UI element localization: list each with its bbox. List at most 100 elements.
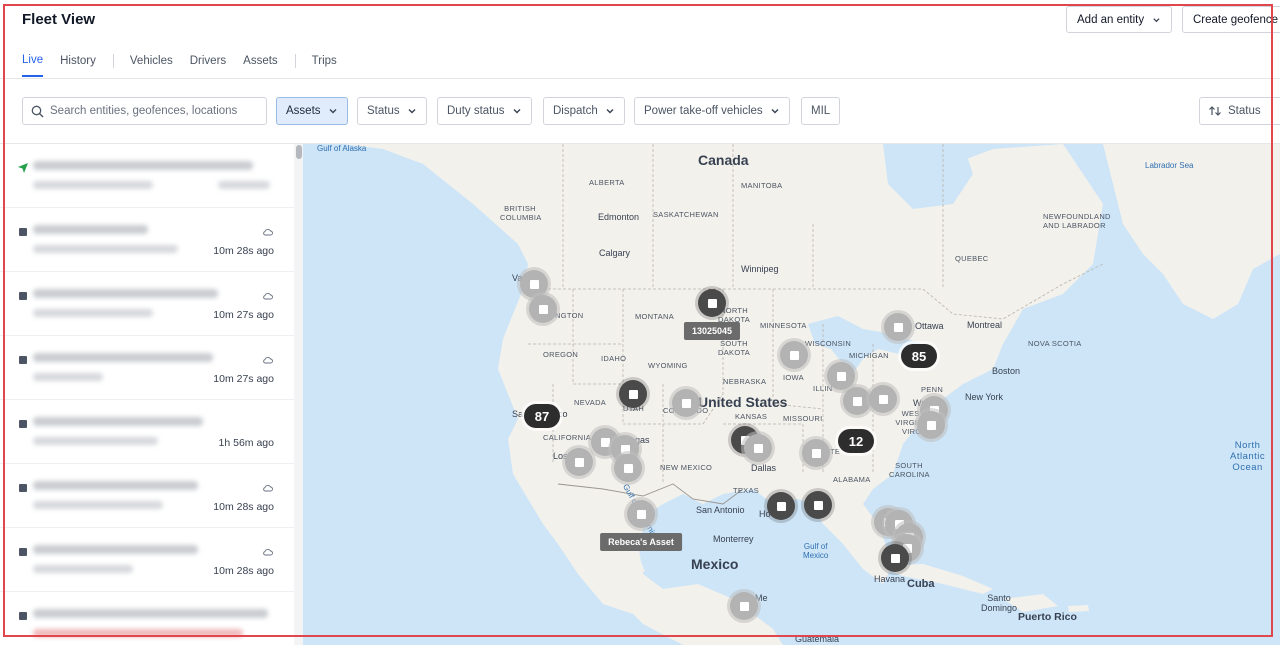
create-geofence-label: Create geofence <box>1193 13 1279 26</box>
asset-square-icon <box>926 420 936 430</box>
search-box[interactable] <box>22 97 267 125</box>
tab-vehicles[interactable]: Vehicles <box>130 55 173 76</box>
city-label-edmonton: Edmonton <box>598 212 640 222</box>
cloud-icon <box>263 485 273 492</box>
country-label-guatemala: Guatemala <box>795 634 840 644</box>
sort-status-button[interactable]: Status <box>1199 97 1280 125</box>
vehicle-pin[interactable] <box>698 289 726 317</box>
filter-status[interactable]: Status <box>357 97 427 125</box>
list-item[interactable]: 10m 28s ago <box>0 464 294 528</box>
tab-assets[interactable]: Assets <box>243 55 278 76</box>
asset-pin[interactable] <box>672 389 700 417</box>
asset-pin[interactable] <box>802 439 830 467</box>
asset-pin[interactable] <box>869 385 897 413</box>
redacted-detail <box>33 501 163 509</box>
asset-pin[interactable] <box>827 362 855 390</box>
asset-pin[interactable] <box>529 295 557 323</box>
asset-square-icon <box>681 398 691 408</box>
city-label-dallas: Dallas <box>751 463 777 473</box>
city-label-montreal: Montreal <box>967 320 1003 330</box>
water-label-labrador-sea: Labrador Sea <box>1145 161 1194 170</box>
tab-live[interactable]: Live <box>22 54 44 77</box>
asset-pin[interactable] <box>843 387 871 415</box>
tab-drivers[interactable]: Drivers <box>190 55 226 76</box>
asset-pin[interactable] <box>627 500 655 528</box>
last-seen-time: 10m 28s ago <box>213 501 274 513</box>
vehicle-square-icon <box>776 501 786 511</box>
country-label-puerto-rico: Puerto Rico <box>1018 611 1077 623</box>
filter-assets[interactable]: Assets <box>276 97 348 125</box>
water-label-gulf-mexico: Gulf of Mexico <box>803 542 829 560</box>
asset-pin[interactable] <box>565 448 593 476</box>
asset-pin[interactable] <box>780 341 808 369</box>
list-item[interactable]: 10m 27s ago <box>0 272 294 336</box>
region-label-manitoba: MANITOBA <box>741 181 783 190</box>
list-item[interactable] <box>0 592 294 645</box>
filter-power-take-off[interactable]: Power take-off vehicles <box>634 97 790 125</box>
asset-pin[interactable] <box>520 270 548 298</box>
water-label-north-atlantic: North Atlantic Ocean <box>1230 440 1266 473</box>
cluster-badge[interactable]: 85 <box>901 344 937 368</box>
filter-label: Dispatch <box>553 105 598 117</box>
list-scroll-thumb[interactable] <box>296 145 302 159</box>
vehicle-pin[interactable] <box>804 491 832 519</box>
region-label-nevada: NEVADA <box>574 398 607 407</box>
cloud-icon <box>263 357 273 364</box>
region-label-nova-scotia: NOVA SCOTIA <box>1028 339 1082 348</box>
region-label-penn: PENN <box>921 385 944 394</box>
cluster-badge[interactable]: 87 <box>524 404 560 428</box>
vehicle-square-icon <box>890 553 900 563</box>
vehicle-pin[interactable] <box>881 544 909 572</box>
vehicle-pin[interactable] <box>619 380 647 408</box>
redacted-detail <box>33 181 153 189</box>
asset-square-icon <box>19 228 27 236</box>
asset-pin[interactable] <box>730 592 758 620</box>
asset-square-icon <box>19 484 27 492</box>
tab-history[interactable]: History <box>60 55 96 76</box>
redacted-detail <box>33 245 178 253</box>
tab-trips[interactable]: Trips <box>312 55 337 76</box>
list-item[interactable]: 10m 27s ago <box>0 336 294 400</box>
list-item[interactable] <box>0 144 294 208</box>
asset-pin[interactable] <box>884 313 912 341</box>
location-arrow-icon <box>18 163 28 173</box>
country-label-canada: Canada <box>698 152 749 168</box>
asset-square-icon <box>19 356 27 364</box>
redacted-name <box>33 417 203 426</box>
chevron-down-icon <box>606 109 614 114</box>
list-scrollbar[interactable] <box>294 144 303 645</box>
filter-duty-status[interactable]: Duty status <box>437 97 532 125</box>
filter-label: Status <box>367 105 400 117</box>
list-item[interactable]: 1h 56m ago <box>0 400 294 464</box>
cluster-badge[interactable]: 12 <box>838 429 874 453</box>
add-entity-button[interactable]: Add an entity <box>1066 6 1172 33</box>
search-input[interactable] <box>50 105 250 117</box>
page-title: Fleet View <box>22 11 96 28</box>
region-label-texas: TEXAS <box>733 486 760 495</box>
region-label-saskatchewan: SASKATCHEWAN <box>653 210 719 219</box>
filter-dispatch[interactable]: Dispatch <box>543 97 625 125</box>
region-label-michigan: MICHIGAN <box>849 351 889 360</box>
asset-square-icon <box>893 322 903 332</box>
asset-pin[interactable] <box>744 434 772 462</box>
asset-pin[interactable] <box>614 454 642 482</box>
asset-square-icon <box>836 371 846 381</box>
create-geofence-button[interactable]: Create geofence <box>1182 6 1280 33</box>
redacted-detail <box>33 629 243 637</box>
list-item[interactable]: 10m 28s ago <box>0 528 294 592</box>
region-label-washington-state: NGTON <box>555 311 584 320</box>
asset-pin[interactable] <box>917 411 945 439</box>
redacted-detail <box>33 437 158 445</box>
tab-divider <box>294 54 296 68</box>
vehicle-tooltip: 13025045 <box>683 322 741 340</box>
map-view[interactable]: Canada United States Mexico Cuba Puerto … <box>303 144 1280 645</box>
list-item[interactable]: 10m 28s ago <box>0 208 294 272</box>
country-label-us: United States <box>698 394 788 410</box>
filter-mil[interactable]: MIL <box>801 97 841 125</box>
city-label-ottawa: Ottawa <box>915 321 944 331</box>
country-label-mexico: Mexico <box>691 556 739 572</box>
asset-square-icon <box>878 394 888 404</box>
city-label-santo-domingo: Santo Domingo <box>980 593 1018 613</box>
redacted-name <box>33 353 213 362</box>
vehicle-pin[interactable] <box>767 492 795 520</box>
